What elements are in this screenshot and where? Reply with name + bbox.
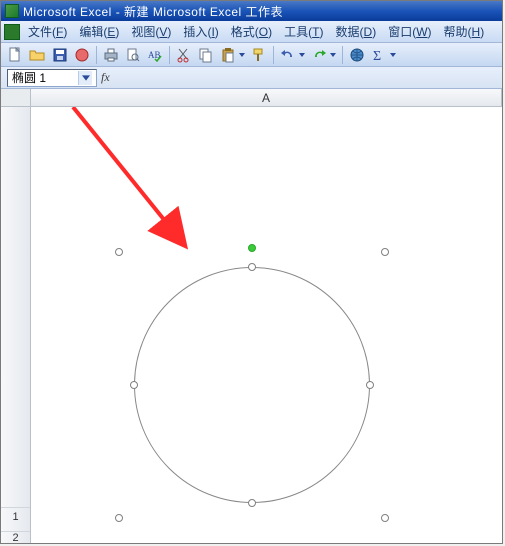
new-doc-button[interactable] [5, 45, 25, 65]
name-box[interactable]: 椭圆 1 [7, 69, 97, 87]
paste-icon [220, 47, 236, 63]
app-window: Microsoft Excel - 新建 Microsoft Excel 工作表… [0, 0, 503, 544]
toolbar-separator [273, 46, 274, 64]
autosum-button[interactable]: Σ [369, 45, 398, 65]
menu-tools[interactable]: 工具(T) [278, 21, 329, 42]
title-doc-name: 新建 Microsoft Excel 工作表 [124, 5, 283, 19]
redo-icon [311, 47, 327, 63]
resize-handle-ne[interactable] [381, 248, 389, 256]
oval-shape[interactable] [134, 267, 370, 503]
permission-button[interactable] [72, 45, 92, 65]
paste-dropdown-icon[interactable] [238, 45, 246, 65]
resize-handle-s[interactable] [248, 499, 256, 507]
print-icon [103, 47, 119, 63]
resize-handle-nw[interactable] [115, 248, 123, 256]
redo-button[interactable] [309, 45, 338, 65]
select-all-corner[interactable] [1, 89, 31, 106]
print-preview-icon [125, 47, 141, 63]
format-painter-button[interactable] [249, 45, 269, 65]
standard-toolbar: AB Σ [1, 43, 502, 67]
resize-handle-e[interactable] [366, 381, 374, 389]
menu-file[interactable]: 文件(F) [22, 21, 73, 42]
selected-shape-oval[interactable] [119, 252, 385, 518]
open-folder-icon [29, 47, 45, 63]
excel-app-icon [5, 4, 19, 18]
undo-button[interactable] [278, 45, 307, 65]
title-text: Microsoft Excel - 新建 Microsoft Excel 工作表 [23, 3, 283, 20]
svg-text:Σ: Σ [373, 49, 381, 63]
resize-handle-se[interactable] [381, 514, 389, 522]
menu-insert[interactable]: 插入(I) [177, 21, 224, 42]
cut-button[interactable] [174, 45, 194, 65]
excel-menu-icon [4, 24, 20, 40]
hyperlink-button[interactable] [347, 45, 367, 65]
menu-window[interactable]: 窗口(W) [382, 21, 437, 42]
paste-button[interactable] [218, 45, 247, 65]
menubar: 文件(F) 编辑(E) 视图(V) 插入(I) 格式(O) 工具(T) 数据(D… [1, 21, 502, 43]
toolbar-separator [169, 46, 170, 64]
title-app-name: Microsoft Excel [23, 5, 112, 19]
menu-edit[interactable]: 编辑(E) [73, 21, 125, 42]
open-button[interactable] [27, 45, 48, 65]
format-painter-icon [251, 47, 267, 63]
autosum-icon: Σ [371, 47, 387, 63]
spellcheck-button[interactable]: AB [145, 45, 165, 65]
redo-dropdown-icon[interactable] [329, 45, 337, 65]
hyperlink-icon [349, 47, 365, 63]
fx-label[interactable]: fx [101, 70, 110, 85]
copy-button[interactable] [196, 45, 216, 65]
column-headers: A [1, 89, 502, 107]
resize-handle-w[interactable] [130, 381, 138, 389]
rotation-handle[interactable] [248, 244, 256, 252]
copy-icon [198, 47, 214, 63]
menu-view[interactable]: 视图(V) [125, 21, 177, 42]
save-button[interactable] [50, 45, 70, 65]
autosum-dropdown-icon[interactable] [389, 45, 397, 65]
worksheet-canvas[interactable] [31, 107, 502, 543]
name-box-value: 椭圆 1 [12, 69, 46, 86]
save-disk-icon [52, 47, 68, 63]
toolbar-separator [342, 46, 343, 64]
worksheet-area: 1 2 [1, 107, 502, 543]
new-doc-icon [7, 47, 23, 63]
formula-bar-row: 椭圆 1 fx [1, 67, 502, 89]
cut-icon [176, 47, 192, 63]
resize-handle-sw[interactable] [115, 514, 123, 522]
row-header-2[interactable]: 2 [1, 531, 30, 543]
column-header-A[interactable]: A [31, 89, 502, 106]
print-button[interactable] [101, 45, 121, 65]
row-header-1[interactable]: 1 [1, 507, 30, 525]
name-box-dropdown-icon[interactable] [78, 71, 92, 85]
resize-handle-n[interactable] [248, 263, 256, 271]
menu-format[interactable]: 格式(O) [225, 21, 278, 42]
titlebar: Microsoft Excel - 新建 Microsoft Excel 工作表 [1, 1, 502, 21]
permission-icon [74, 47, 90, 63]
title-separator: - [112, 5, 124, 19]
toolbar-separator [96, 46, 97, 64]
print-preview-button[interactable] [123, 45, 143, 65]
menu-help[interactable]: 帮助(H) [438, 21, 491, 42]
undo-dropdown-icon[interactable] [298, 45, 306, 65]
undo-icon [280, 47, 296, 63]
menu-data[interactable]: 数据(D) [330, 21, 383, 42]
row-headers: 1 2 [1, 107, 31, 543]
spellcheck-icon: AB [147, 47, 163, 63]
